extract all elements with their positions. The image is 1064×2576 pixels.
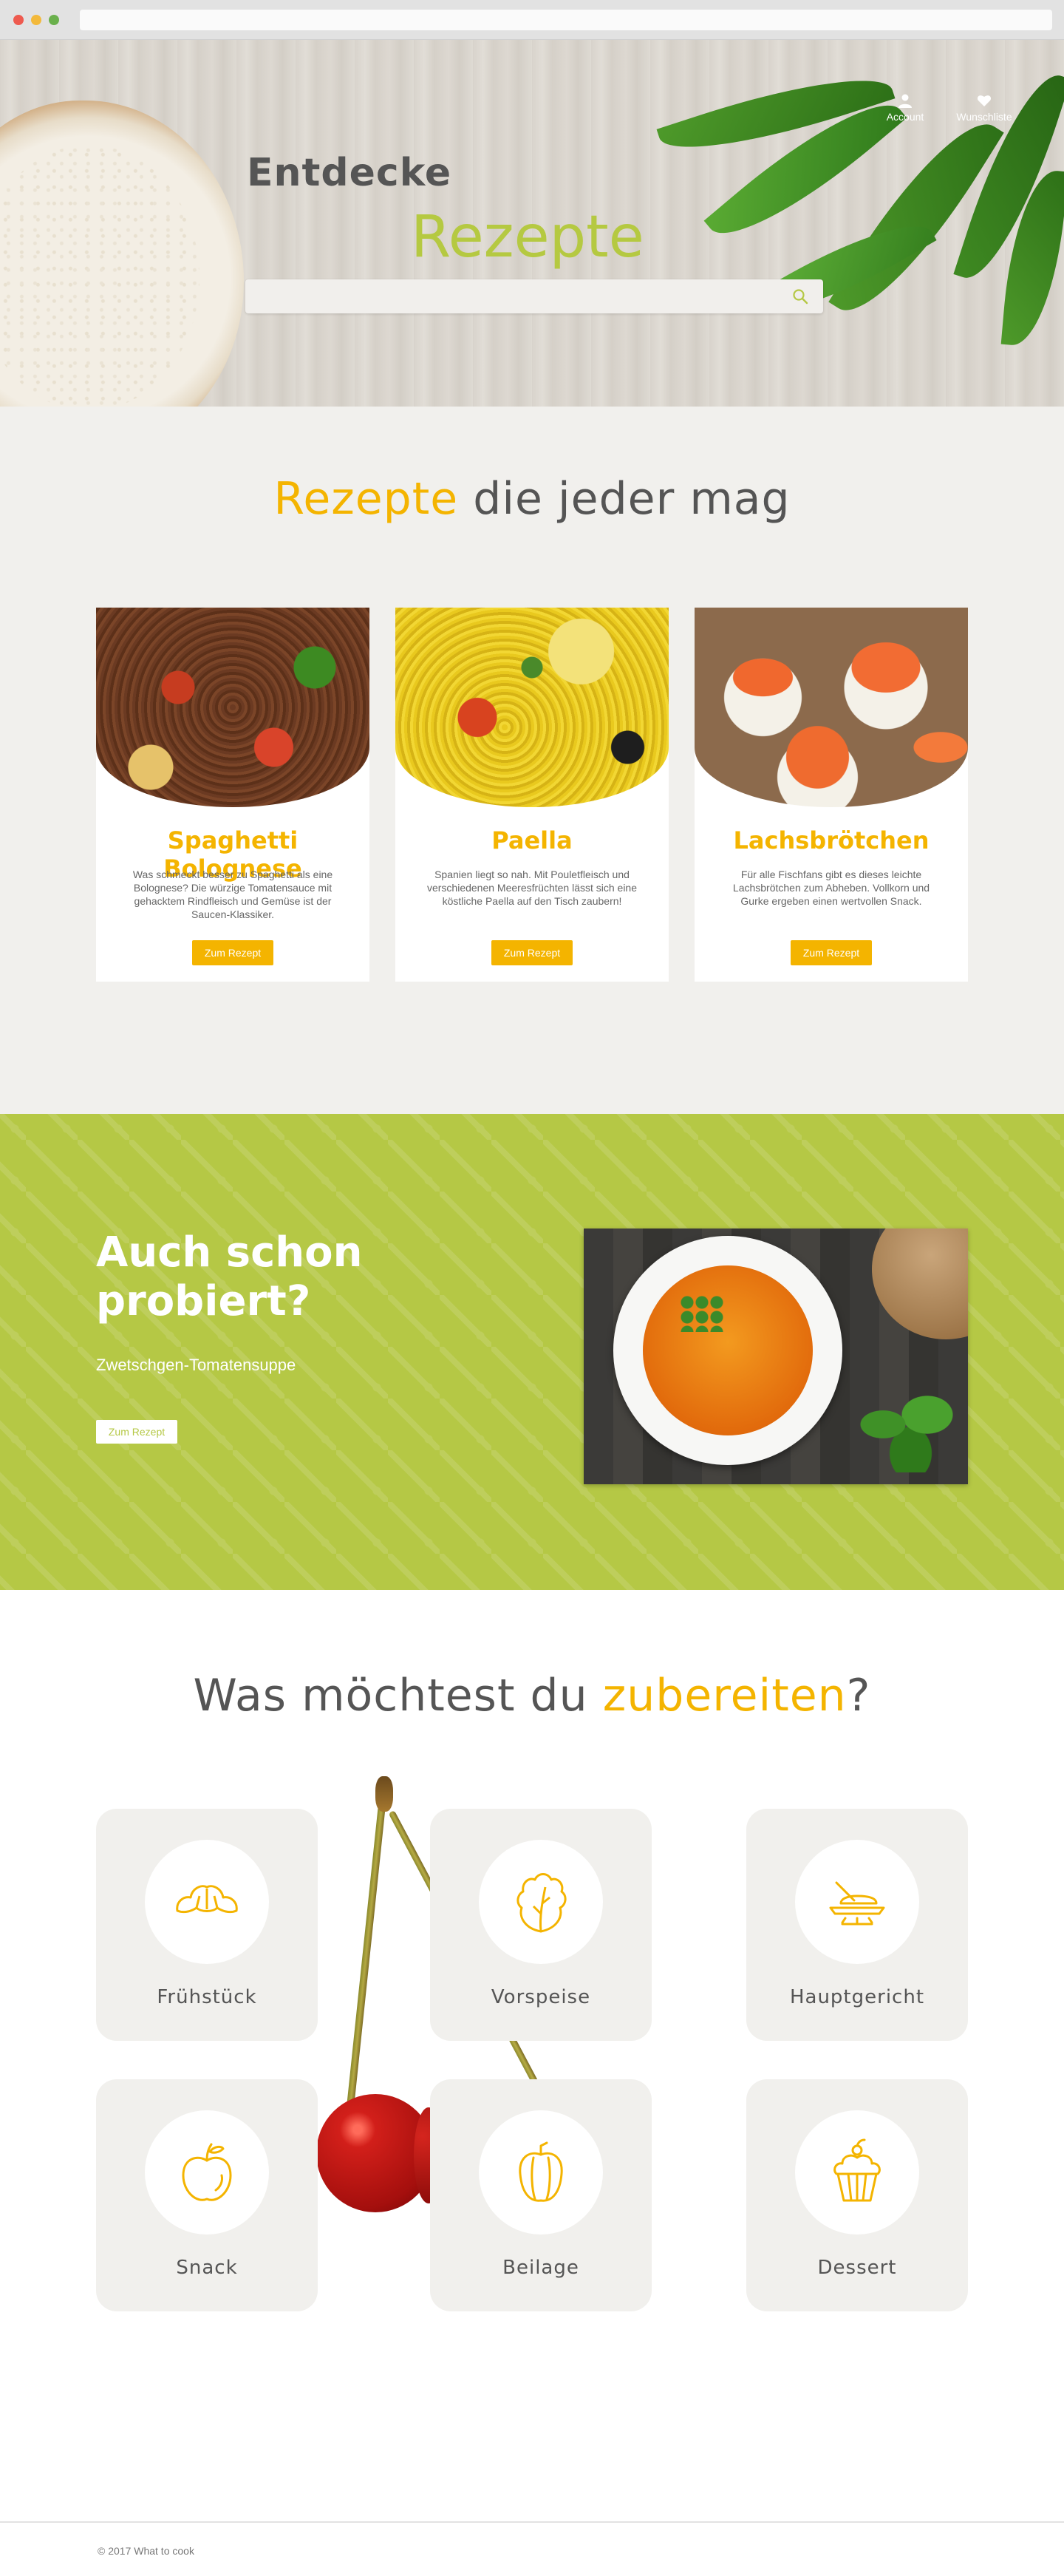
recipes-section-title: Rezepte die jeder mag <box>0 473 1064 525</box>
category-label: Vorspeise <box>491 1986 591 2008</box>
croissant-icon <box>176 1885 238 1914</box>
apple-icon <box>182 2143 232 2201</box>
recipe-image-paella[interactable] <box>395 608 669 807</box>
recipes-title-accent: Rezepte <box>273 473 459 525</box>
hero-title-line2: Rezepte <box>411 204 644 271</box>
recipe-description: Spanien liegt so nah. Mit Pouletfleisch … <box>426 869 638 907</box>
recipe-description: Was schmeckt besser zu Spaghetti als ein… <box>132 869 333 920</box>
pepper-icon <box>519 2141 563 2202</box>
featured-recipe-section: Auch schon probiert? Zwetschgen-Tomatens… <box>0 1114 1064 1590</box>
recipe-image-bolognese[interactable] <box>96 608 369 807</box>
page-footer: © 2017 What to cook <box>0 2521 1064 2576</box>
nav-account-link[interactable]: Account <box>879 93 931 123</box>
category-label: Hauptgericht <box>789 1986 925 2008</box>
featured-title: Auch schon probiert? <box>96 1228 363 1325</box>
user-icon <box>898 94 912 108</box>
nav-wishlist-label: Wunschliste <box>956 111 1012 123</box>
main-dish-icon <box>829 1881 885 1926</box>
hero-header: Account Wunschliste Entdecke Rezepte <box>0 40 1064 407</box>
soup-image-fill <box>643 1265 813 1435</box>
category-icon-circle <box>145 2110 269 2235</box>
recipes-section: Rezepte die jeder mag Spaghetti Bolognes… <box>0 407 1064 1114</box>
cupcake-icon <box>833 2138 881 2202</box>
recipe-card: Spaghetti Bolognese Was schmeckt besser … <box>96 608 369 982</box>
categories-title-end: ? <box>846 1670 871 1722</box>
categories-section-title: Was möchtest du zubereiten? <box>0 1670 1064 1722</box>
recipe-card: Lachsbrötchen Für alle Fischfans gibt es… <box>695 608 968 982</box>
category-tile-beilage[interactable]: Beilage <box>430 2079 652 2311</box>
recipe-button[interactable]: Zum Rezept <box>791 940 872 965</box>
category-label: Beilage <box>502 2257 579 2279</box>
category-label: Snack <box>176 2257 238 2279</box>
search-input[interactable] <box>257 287 774 306</box>
window-maximize-dot[interactable] <box>49 15 59 25</box>
heart-icon <box>977 95 992 106</box>
categories-title-accent: zubereiten <box>602 1670 847 1722</box>
hero-title-line1: Entdecke <box>247 151 452 195</box>
recipe-name[interactable]: Lachsbrötchen <box>695 826 968 854</box>
search-box <box>245 279 823 313</box>
category-tile-snack[interactable]: Snack <box>96 2079 318 2311</box>
lettuce-icon <box>516 1873 567 1933</box>
browser-chrome <box>0 0 1064 40</box>
nav-wishlist-link[interactable]: Wunschliste <box>949 93 1020 123</box>
categories-section: Was möchtest du zubereiten? Frühstück Vo… <box>0 1590 1064 2521</box>
category-tile-hauptgericht[interactable]: Hauptgericht <box>746 1809 968 2041</box>
cherry-stem-image <box>347 1783 388 2108</box>
category-icon-circle <box>479 1840 603 1964</box>
copyright-text: © 2017 What to cook <box>98 2545 194 2557</box>
recipe-description: Für alle Fischfans gibt es dieses leicht… <box>732 869 930 907</box>
category-label: Dessert <box>817 2257 897 2279</box>
featured-recipe-button[interactable]: Zum Rezept <box>96 1420 177 1444</box>
recipe-button[interactable]: Zum Rezept <box>192 940 273 965</box>
featured-recipe-name: Zwetschgen-Tomatensuppe <box>96 1356 296 1374</box>
category-icon-circle <box>145 1840 269 1964</box>
window-close-dot[interactable] <box>13 15 24 25</box>
address-bar[interactable] <box>80 10 1052 30</box>
category-tile-dessert[interactable]: Dessert <box>746 2079 968 2311</box>
nav-account-label: Account <box>886 111 924 123</box>
basil-image <box>850 1376 961 1472</box>
window-minimize-dot[interactable] <box>31 15 41 25</box>
category-tile-fruehstueck[interactable]: Frühstück <box>96 1809 318 2041</box>
bread-loaf-image <box>872 1228 968 1339</box>
soup-bowl-image <box>613 1236 842 1465</box>
category-tile-vorspeise[interactable]: Vorspeise <box>430 1809 652 2041</box>
category-icon-circle <box>795 2110 919 2235</box>
recipes-title-rest: die jeder mag <box>458 473 791 525</box>
cherry-stem-top-image <box>375 1776 393 1812</box>
recipe-image-lachsbroetchen[interactable] <box>695 608 968 807</box>
category-icon-circle <box>479 2110 603 2235</box>
bread-image <box>0 101 244 407</box>
recipe-button[interactable]: Zum Rezept <box>491 940 573 965</box>
herb-garnish-image <box>680 1295 724 1332</box>
category-label: Frühstück <box>157 1986 257 2008</box>
soup-image[interactable] <box>584 1228 968 1484</box>
recipe-card: Paella Spanien liegt so nah. Mit Pouletf… <box>395 608 669 982</box>
recipe-name[interactable]: Paella <box>395 826 669 854</box>
category-icon-circle <box>795 1840 919 1964</box>
search-icon[interactable] <box>792 288 808 305</box>
categories-title-start: Was möchtest du <box>193 1670 603 1722</box>
